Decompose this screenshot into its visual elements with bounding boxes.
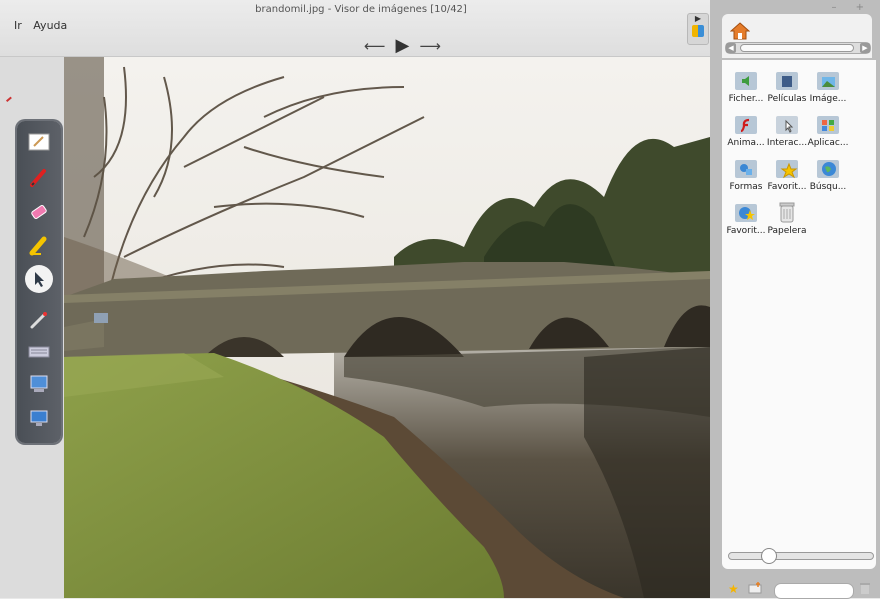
library-item[interactable]: Películas xyxy=(767,66,807,104)
image-viewer-photo xyxy=(64,57,710,598)
title-bar: brandomil.jpg - Visor de imágenes [10/42… xyxy=(0,0,722,57)
library-item[interactable]: Anima... xyxy=(726,110,766,148)
image-folder-icon xyxy=(817,72,839,90)
scroll-right-icon[interactable]: ▶ xyxy=(860,43,870,53)
keyboard-icon[interactable] xyxy=(26,339,52,365)
favorites-folder-icon xyxy=(776,160,798,179)
delete-icon[interactable] xyxy=(860,582,870,597)
window-title: brandomil.jpg - Visor de imágenes [10/42… xyxy=(255,4,467,15)
library-header: ◀ ▶ xyxy=(722,14,872,58)
drawing-toolbar xyxy=(17,121,61,443)
interactive-folder-icon xyxy=(776,116,798,134)
movie-folder-icon xyxy=(776,72,798,90)
library-item[interactable]: Favorit... xyxy=(726,198,766,236)
flash-folder-icon xyxy=(735,116,757,134)
thumbnail-size-slider[interactable] xyxy=(728,548,874,564)
pen-mark-icon xyxy=(2,92,12,102)
capture-icon[interactable] xyxy=(26,371,52,397)
shapes-folder-icon xyxy=(735,160,757,178)
slideshow-nav: ⟵ ▶ ⟶ xyxy=(364,35,441,56)
library-item[interactable]: Búsqu... xyxy=(808,154,848,192)
library-item[interactable]: Interac... xyxy=(767,110,807,148)
library-footer: ★ xyxy=(722,578,876,599)
slider-knob[interactable] xyxy=(761,548,777,564)
star-icon[interactable]: ★ xyxy=(728,582,739,596)
favorites-web-icon xyxy=(735,204,757,222)
library-grid: Ficher... Películas Imáge... Anima... In… xyxy=(726,66,876,236)
arrow-left-icon[interactable]: ⟵ xyxy=(364,37,386,55)
home-icon[interactable] xyxy=(729,22,751,43)
library-item[interactable]: Favorit... xyxy=(767,154,807,192)
panel-toggle-button[interactable]: ▶ xyxy=(687,13,709,45)
scroll-thumb[interactable] xyxy=(740,44,854,52)
menu-ir[interactable]: Ir xyxy=(14,19,22,32)
library-item[interactable]: Aplicac... xyxy=(808,110,848,148)
library-item[interactable]: Ficher... xyxy=(726,66,766,104)
web-search-icon xyxy=(817,160,839,178)
pointer-icon[interactable] xyxy=(25,265,53,293)
eraser-icon[interactable] xyxy=(26,199,52,225)
library-item[interactable]: Formas xyxy=(726,154,766,192)
horizontal-scrollbar[interactable]: ◀ ▶ xyxy=(725,42,871,54)
scroll-left-icon[interactable]: ◀ xyxy=(726,43,736,53)
trash-icon xyxy=(779,202,795,223)
apps-grid-icon xyxy=(692,25,704,37)
play-icon[interactable]: ▶ xyxy=(396,35,410,56)
laser-icon[interactable] xyxy=(26,307,52,333)
library-panel: – + ◀ ▶ Ficher... Películas Imáge... Ani… xyxy=(710,0,880,599)
library-item[interactable]: Imáge... xyxy=(808,66,848,104)
pen-icon[interactable] xyxy=(26,165,52,191)
new-folder-icon[interactable] xyxy=(748,582,762,597)
window-controls[interactable]: – + xyxy=(831,2,872,13)
arrow-right-icon[interactable]: ⟶ xyxy=(419,37,441,55)
menu-ayuda[interactable]: Ayuda xyxy=(33,19,67,32)
library-item[interactable]: Papelera xyxy=(767,198,807,236)
desktop-icon[interactable] xyxy=(26,405,52,431)
apps-folder-icon xyxy=(817,116,839,134)
board-icon[interactable] xyxy=(26,129,52,155)
library-content: Ficher... Películas Imáge... Anima... In… xyxy=(722,60,876,569)
menu-bar: Ir Ayuda xyxy=(14,19,75,32)
audio-folder-icon xyxy=(735,72,757,90)
search-input[interactable] xyxy=(774,583,854,599)
highlighter-icon[interactable] xyxy=(26,233,52,259)
